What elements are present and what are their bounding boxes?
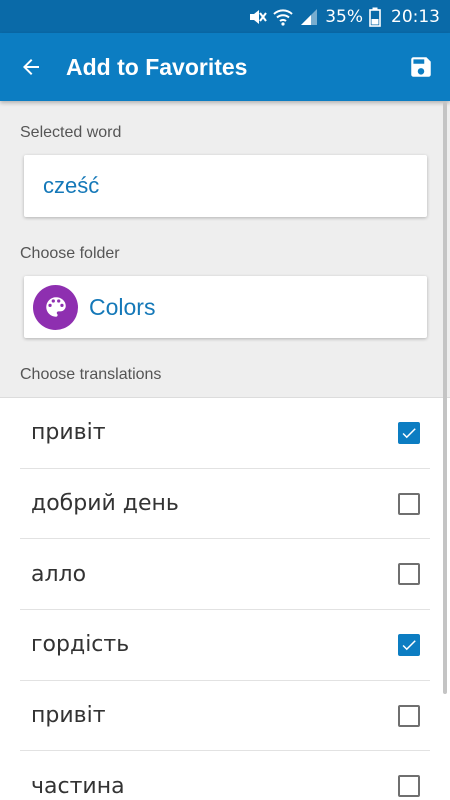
selected-word-value: cześć — [43, 173, 100, 198]
app-bar: Add to Favorites — [0, 33, 450, 101]
selected-word-label: Selected word — [20, 124, 122, 141]
translation-checkbox[interactable] — [398, 492, 420, 515]
check-icon — [402, 640, 416, 651]
status-bar: 35% 20:13 — [0, 0, 450, 33]
translation-text: алло — [31, 561, 87, 587]
translation-text: гордість — [31, 632, 130, 658]
clock: 20:13 — [391, 6, 440, 27]
translation-checkbox[interactable] — [398, 775, 420, 798]
selected-word-field[interactable]: cześć — [24, 155, 427, 217]
folder-selector[interactable]: Colors — [24, 276, 427, 338]
translation-text: добрий день — [31, 491, 179, 517]
translation-checkbox[interactable] — [398, 421, 420, 444]
check-icon — [402, 428, 416, 439]
battery-icon — [369, 7, 381, 27]
translation-row[interactable]: привіт — [20, 398, 430, 469]
translation-row[interactable]: частина — [20, 752, 430, 800]
translation-checkbox[interactable] — [398, 704, 420, 727]
arrow-back-icon — [23, 59, 39, 75]
signal-icon — [299, 7, 319, 27]
palette-icon — [33, 284, 78, 330]
back-button[interactable] — [0, 33, 62, 101]
folder-name: Colors — [89, 293, 156, 320]
save-icon — [411, 57, 431, 77]
save-button[interactable] — [392, 33, 450, 101]
battery-percent: 35% — [325, 6, 363, 27]
translations-list: привіт добрий день алло гордість привіт … — [0, 397, 450, 800]
translation-row[interactable]: алло — [20, 539, 430, 611]
page-title: Add to Favorites — [66, 53, 248, 80]
translation-row[interactable]: гордість — [20, 610, 430, 681]
translation-text: частина — [31, 773, 125, 799]
choose-folder-label: Choose folder — [20, 245, 120, 262]
translation-row[interactable]: добрий день — [20, 469, 430, 540]
translation-text: привіт — [31, 703, 106, 729]
mute-icon — [247, 7, 268, 27]
translation-row[interactable]: привіт — [20, 681, 430, 752]
wifi-icon — [273, 7, 293, 27]
translation-text: привіт — [31, 420, 106, 446]
scrollbar[interactable] — [443, 102, 447, 694]
translation-checkbox[interactable] — [398, 563, 420, 586]
choose-translations-label: Choose translations — [20, 366, 162, 383]
translation-checkbox[interactable] — [398, 633, 420, 656]
